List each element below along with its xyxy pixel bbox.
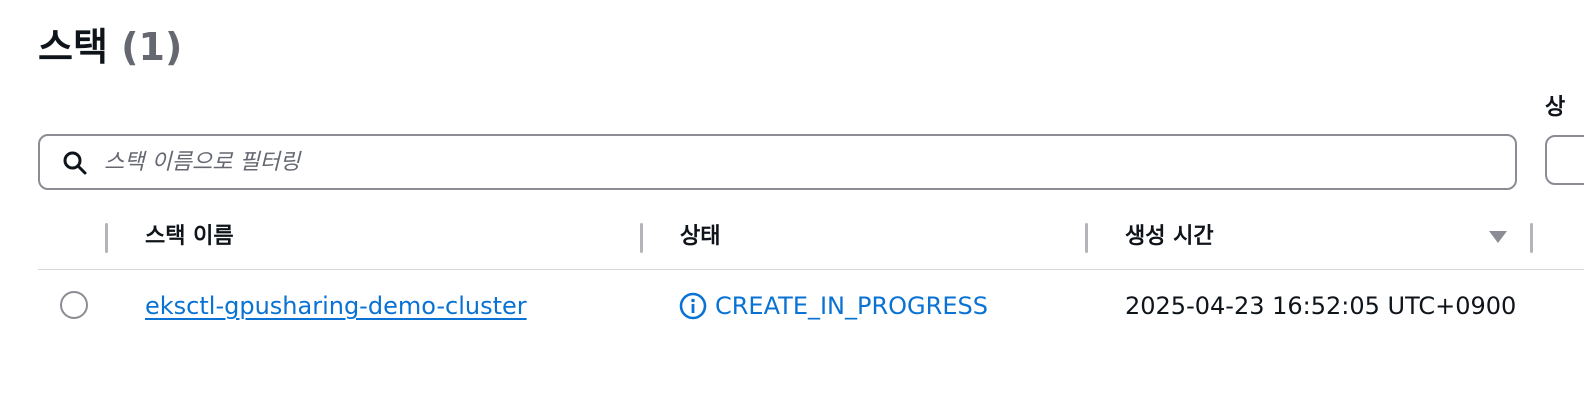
row-select-radio[interactable]: [60, 291, 88, 319]
sort-descending-icon[interactable]: [1488, 229, 1508, 245]
info-icon: [679, 292, 707, 320]
stacks-panel: 스택 (1) 상 스택 이름 상태 생성 시간 eksctl-gpusharin…: [0, 0, 1584, 418]
column-divider[interactable]: [1530, 223, 1533, 253]
status-text: CREATE_IN_PROGRESS: [715, 292, 988, 320]
status-cell: CREATE_IN_PROGRESS: [679, 290, 988, 322]
column-header-stack-name[interactable]: 스택 이름: [145, 222, 234, 252]
search-input[interactable]: [104, 138, 1484, 186]
column-divider[interactable]: [1085, 223, 1088, 253]
stack-count: (1): [121, 25, 183, 69]
stack-name-link[interactable]: eksctl-gpusharing-demo-cluster: [145, 290, 527, 322]
column-divider[interactable]: [105, 223, 108, 253]
search-box[interactable]: [38, 134, 1517, 190]
search-icon: [63, 151, 87, 175]
column-divider[interactable]: [640, 223, 643, 253]
created-time-cell: 2025-04-23 16:52:05 UTC+0900: [1125, 292, 1517, 320]
page-title: 스택 (1): [38, 24, 182, 70]
page-title-text: 스택: [38, 25, 108, 69]
column-header-status[interactable]: 상태: [680, 222, 720, 252]
header-divider: [38, 269, 1584, 270]
column-header-created-time[interactable]: 생성 시간: [1125, 222, 1214, 252]
status-filter-label: 상: [1545, 95, 1566, 120]
status-filter-select[interactable]: [1545, 135, 1584, 185]
